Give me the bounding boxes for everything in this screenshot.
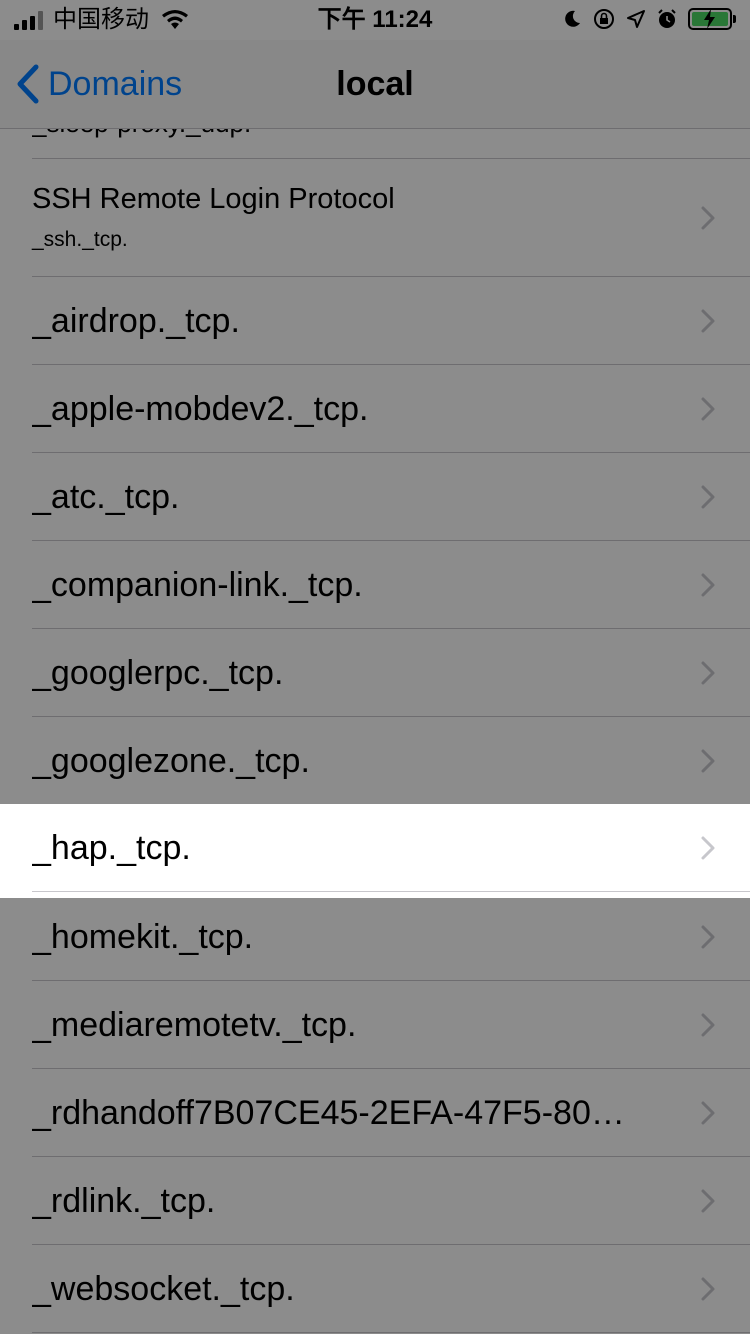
list-item[interactable]: _googlerpc._tcp. [0, 629, 750, 717]
list-item[interactable]: _websocket._tcp. [0, 1245, 750, 1333]
battery-charging-icon [688, 8, 732, 30]
chevron-right-icon [701, 573, 715, 597]
list-item-label: _websocket._tcp. [32, 1270, 295, 1308]
page-title: local [336, 65, 414, 103]
location-icon [627, 10, 645, 28]
list-item[interactable]: _airdrop._tcp. [0, 277, 750, 365]
list-item-subtitle: _ssh._tcp. [32, 228, 128, 251]
chevron-right-icon [701, 1189, 715, 1213]
chevron-right-icon [701, 309, 715, 333]
list-item-label: _mediaremotetv._tcp. [32, 1006, 357, 1044]
list-item-title: SSH Remote Login Protocol [32, 183, 395, 215]
status-bar: 中国移动 下午 11:24 [0, 0, 750, 40]
list-item-ssh[interactable]: SSH Remote Login Protocol _ssh._tcp. [0, 159, 750, 277]
row-separator [32, 891, 750, 892]
navigation-bar: Domains local [0, 40, 750, 128]
list-item-highlighted[interactable]: _hap._tcp. [0, 804, 750, 898]
chevron-right-icon [701, 749, 715, 773]
list-item-label: _googlezone._tcp. [32, 742, 310, 780]
chevron-right-icon [701, 1101, 715, 1125]
chevron-right-icon [701, 1013, 715, 1037]
alarm-icon [658, 9, 676, 28]
service-list: _sleep-proxy._udp. SSH Remote Login Prot… [0, 129, 750, 1334]
list-item-label: _hap._tcp. [32, 829, 191, 867]
list-item[interactable]: _mediaremotetv._tcp. [0, 981, 750, 1069]
list-item-label: _apple-mobdev2._tcp. [32, 390, 369, 428]
list-item[interactable]: _rdlink._tcp. [0, 1157, 750, 1245]
chevron-right-icon [701, 485, 715, 509]
list-item-label: _googlerpc._tcp. [32, 654, 284, 692]
list-item[interactable]: _homekit._tcp. [0, 893, 750, 981]
moon-icon [565, 10, 580, 27]
list-item-label: _rdlink._tcp. [32, 1182, 216, 1220]
list-item[interactable]: _companion-link._tcp. [0, 541, 750, 629]
chevron-right-icon [701, 925, 715, 949]
list-item[interactable]: _atc._tcp. [0, 453, 750, 541]
list-item-label: _airdrop._tcp. [32, 302, 240, 340]
list-item-label: _companion-link._tcp. [32, 566, 363, 604]
list-item[interactable]: _sleep-proxy._udp. [0, 129, 750, 159]
chevron-right-icon [701, 397, 715, 421]
chevron-right-icon [701, 661, 715, 685]
list-item[interactable]: _rdhandoff7B07CE45-2EFA-47F5-80… [0, 1069, 750, 1157]
chevron-right-icon [701, 1277, 715, 1301]
list-item-label: _homekit._tcp. [32, 918, 254, 956]
list-item-label: _rdhandoff7B07CE45-2EFA-47F5-80… [32, 1094, 625, 1132]
list-item[interactable]: _googlezone._tcp. [0, 717, 750, 805]
list-item-label: _sleep-proxy._udp. [32, 129, 251, 143]
orientation-lock-icon [594, 9, 614, 29]
list-item[interactable]: _apple-mobdev2._tcp. [0, 365, 750, 453]
chevron-right-icon [701, 836, 715, 860]
chevron-right-icon [701, 206, 715, 230]
list-item-label: _atc._tcp. [32, 478, 180, 516]
row-separator [32, 1332, 750, 1333]
